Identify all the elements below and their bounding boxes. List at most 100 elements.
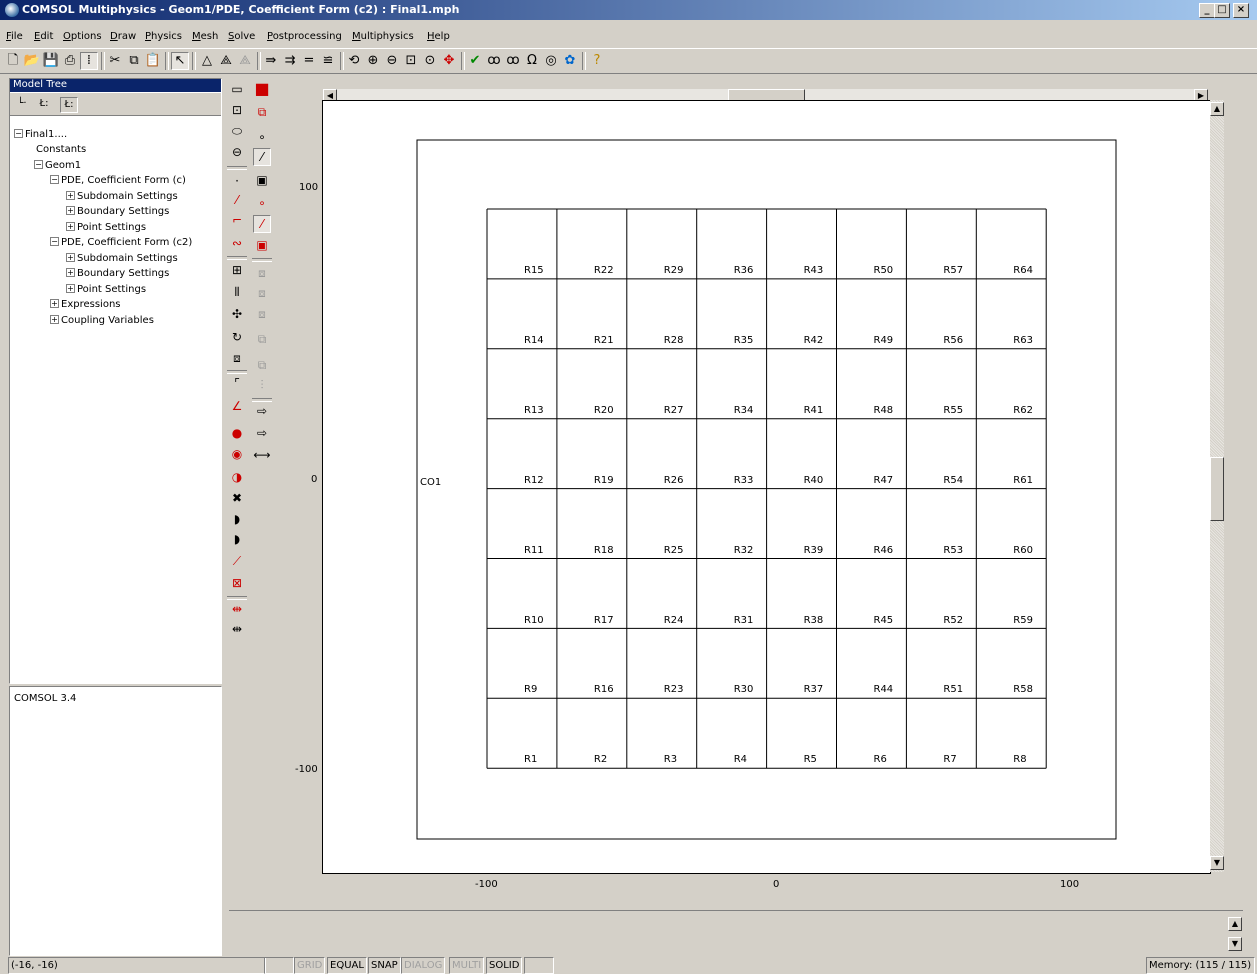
menu-file[interactable]: File [6,31,23,42]
menu-multiphysics[interactable]: Multiphysics [352,31,414,42]
edge-select-icon[interactable]: ⁄ [253,148,271,166]
align-vertical-icon[interactable]: ⇹ [228,620,246,638]
tree-node-point-settings-1[interactable]: + Point Settings [66,222,146,233]
plot-icon[interactable]: ✔ [466,52,484,70]
delete-interior-icon[interactable]: ✖ [228,489,246,507]
equals-icon[interactable]: = [300,52,318,70]
message-scroll-down-icon[interactable]: ▼ [1228,937,1242,951]
align-horizontal-icon[interactable]: ⇹ [228,600,246,618]
tree-node-coupling-variables[interactable]: + Coupling Variables [50,315,154,326]
tree-node-subdomain-settings-2[interactable]: + Subdomain Settings [66,253,178,264]
model-tree-toggle-icon[interactable]: ⁞ [80,52,98,70]
tangent-icon[interactable]: ∠ [228,397,246,415]
mesh-mode-icon[interactable]: ⟁ [236,52,254,70]
split-object-icon[interactable]: ⊠ [228,574,246,592]
tree-node-geom[interactable]: − Geom1 [34,160,81,171]
palette-icon[interactable]: ✿ [561,52,579,70]
tree-node-point-settings-2[interactable]: + Point Settings [66,284,146,295]
rectangle-icon[interactable]: ▭ [228,80,246,98]
split-icon[interactable]: ⟋ [228,552,246,570]
bezier-quadratic-icon[interactable]: ⌐ [228,211,246,229]
export-icon[interactable]: ⇨ [253,402,271,420]
tree-node-constants[interactable]: Constants [36,144,86,155]
difference-icon[interactable]: ◑ [228,468,246,486]
cut-icon[interactable]: ✂ [106,52,124,70]
restart-icon[interactable]: ⟲ [345,52,363,70]
coerce-curve-icon[interactable]: ◗ [228,530,246,548]
geometry-plot[interactable]: CO1 R15 R22 R29 R36 R43 R50 R57 R64 R14 R21 R28 R35… [322,100,1211,874]
face-select-icon[interactable]: ▣ [253,171,271,189]
menu-help[interactable]: Help [427,31,450,42]
tree-node-boundary-settings-1[interactable]: + Boundary Settings [66,206,169,217]
dialog-toggle[interactable]: DIALOG [401,957,446,974]
array-icon[interactable]: ⊞ [228,261,246,279]
menu-solve[interactable]: Solve [228,31,255,42]
tree-node-pde-c[interactable]: − PDE, Coefficient Form (c) [50,175,186,186]
grid-view-2-icon[interactable]: ⧈ [253,284,271,302]
grid-toggle[interactable]: GRID [294,957,326,974]
tree-node-expressions[interactable]: + Expressions [50,299,121,310]
new-file-icon[interactable]: 🗋 [4,52,22,70]
menu-draw[interactable]: Draw [110,31,136,42]
save-icon[interactable]: 💾 [42,52,60,70]
zoom-selected-icon[interactable]: ⊙ [421,52,439,70]
menu-edit[interactable]: Edit [34,31,53,42]
ruler-icon[interactable]: ⟷ [253,446,271,464]
boundary-mode-icon[interactable]: ⇉ [281,52,299,70]
tree-view-physics-icon[interactable]: Ł: [60,97,78,113]
tree-node-pde-c2[interactable]: − PDE, Coefficient Form (c2) [50,237,192,248]
tree-view-flat-icon[interactable]: └· [14,97,30,111]
rectangle-center-icon[interactable]: ⊡ [228,101,246,119]
tree-node-root[interactable]: − Final1.... [14,129,67,140]
bezier-cubic-icon[interactable]: ∾ [228,234,246,252]
red-face-icon[interactable]: ▣ [253,236,271,254]
maximize-button[interactable]: □ [1214,3,1230,18]
copy-icon[interactable]: ⧉ [125,52,143,70]
tree-node-boundary-settings-2[interactable]: + Boundary Settings [66,268,169,279]
red-edge-icon[interactable]: ⁄ [253,215,271,233]
tree-node-subdomain-settings-1[interactable]: + Subdomain Settings [66,191,178,202]
snap-toggle[interactable]: SNAP [368,957,401,974]
menu-physics[interactable]: Physics [145,31,182,42]
select-none-icon[interactable]: ⧉ [253,356,271,374]
grid-view-3-icon[interactable]: ⧈ [253,305,271,323]
measure-icon[interactable]: ⫶ [253,376,271,394]
ellipse-center-icon[interactable]: ⊖ [228,143,246,161]
vertical-scroll-thumb[interactable] [1210,457,1224,521]
menu-postprocessing[interactable]: Postprocessing [267,31,342,42]
point-icon[interactable]: · [228,172,246,190]
omega-icon[interactable]: Ω [523,52,541,70]
message-scroll-up-icon[interactable]: ▲ [1228,917,1242,931]
close-button[interactable]: × [1233,3,1249,18]
coerce-solid-icon[interactable]: ◗ [228,510,246,528]
open-folder-icon[interactable]: 📂 [23,52,41,70]
zoom-in-icon[interactable]: ⊕ [364,52,382,70]
scroll-down-icon[interactable]: ▼ [1210,856,1224,870]
import-icon[interactable]: ⇨ [253,424,271,442]
line-icon[interactable]: ⁄ [228,191,246,209]
menu-options[interactable]: Options [63,31,102,42]
point-mode-icon[interactable]: ⟁ [217,52,235,70]
rotate-icon[interactable]: ↻ [228,328,246,346]
select-subdomain-icon[interactable]: ⧉ [253,103,271,121]
zoom-extents-icon[interactable]: ✥ [440,52,458,70]
scale-icon[interactable]: ⧈ [228,349,246,367]
intersection-icon[interactable]: ◉ [228,445,246,463]
vertical-scrollbar[interactable]: ▲ ▼ [1210,100,1224,872]
select-pointer-icon[interactable]: ↖ [171,52,189,70]
ellipse-icon[interactable]: ⬭ [228,122,246,140]
zoom-out-icon[interactable]: ⊖ [383,52,401,70]
multi-toggle[interactable]: MULTI [449,957,485,974]
animate-icon[interactable]: ꝏ [485,52,503,70]
paste-icon[interactable]: 📋 [144,52,162,70]
point-select-icon[interactable]: ∘ [253,128,271,146]
grid-view-1-icon[interactable]: ⧈ [253,264,271,282]
print-icon[interactable]: ⎙ [61,52,79,70]
move-icon[interactable]: ✣ [228,305,246,323]
equal-toggle[interactable]: EQUAL [327,957,367,974]
scroll-up-icon[interactable]: ▲ [1210,102,1224,116]
fillet-icon[interactable]: ⌜ [228,374,246,392]
red-point-icon[interactable]: ∘ [253,194,271,212]
union-icon[interactable]: ● [228,424,246,442]
mirror-icon[interactable]: ⫴ [228,283,246,301]
